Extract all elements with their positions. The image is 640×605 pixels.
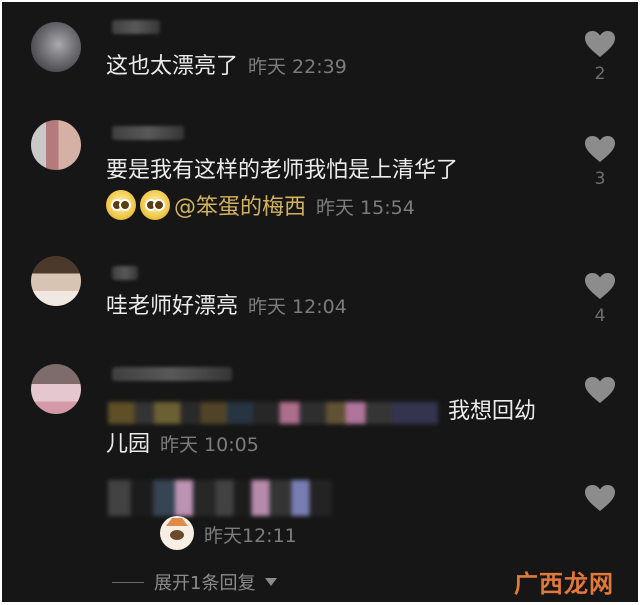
heart-icon[interactable] [584,135,616,163]
heart-icon[interactable] [584,272,616,300]
avatar[interactable] [31,364,81,414]
username-blurred[interactable] [112,126,184,140]
comment-text-2[interactable]: 要是我有这样的老师我怕是上清华了 [106,156,458,186]
heart-icon[interactable] [584,30,616,58]
like-count: 2 [594,64,606,84]
comment-body: 儿园 [106,432,151,457]
watermark-logo: 广西龙网 [514,570,614,598]
reply-meta: 昨天12:11 [160,516,297,551]
comment-text-4[interactable]: 我想回幼 [448,397,536,427]
heart-icon[interactable] [584,376,616,404]
comment-body: 这也太漂亮了 [106,54,239,79]
username-blurred[interactable] [112,20,160,34]
avatar[interactable] [31,120,81,170]
comment-text-2-line2[interactable]: @笨蛋的梅西 昨天 15:54 [106,190,415,223]
like-count: 4 [594,306,606,326]
mention-link[interactable]: @笨蛋的梅西 [174,195,306,220]
like-count: 3 [594,169,606,189]
caret-down-icon [265,578,278,586]
avatar[interactable] [31,22,81,72]
comment-time: 昨天 12:04 [248,296,347,318]
comment-body: 我想回幼 [448,399,537,424]
divider [112,581,144,583]
comment-time: 昨天 10:05 [160,434,259,456]
heart-icon[interactable] [584,484,616,512]
pleading-face-emoji [140,190,170,220]
comment-text-1[interactable]: 这也太漂亮了 昨天 22:39 [106,52,347,82]
comment-body: 要是我有这样的老师我怕是上清华了 [106,158,459,183]
blurred-emoji-row [108,402,438,424]
cat-face-icon [160,516,194,550]
comment-body: 哇老师好漂亮 [106,294,239,319]
pleading-face-emoji [106,190,136,220]
username-blurred[interactable] [112,367,232,381]
comment-text-3[interactable]: 哇老师好漂亮 昨天 12:04 [106,292,347,322]
comment-text-4-line2[interactable]: 儿园 昨天 10:05 [106,430,259,460]
reply-time: 昨天12:11 [204,525,297,547]
avatar[interactable] [31,256,81,306]
comment-time: 昨天 15:54 [316,197,415,219]
username-blurred[interactable] [112,266,138,280]
expand-replies-button[interactable]: 展开1条回复 [112,569,278,595]
comment-panel: 这也太漂亮了 昨天 22:39 2 要是我有这样的老师我怕是上清华了 @笨蛋的梅西… [2,2,638,602]
expand-replies-label: 展开1条回复 [154,573,256,594]
blurred-emoji-row [108,480,332,516]
comment-time: 昨天 22:39 [248,56,347,78]
